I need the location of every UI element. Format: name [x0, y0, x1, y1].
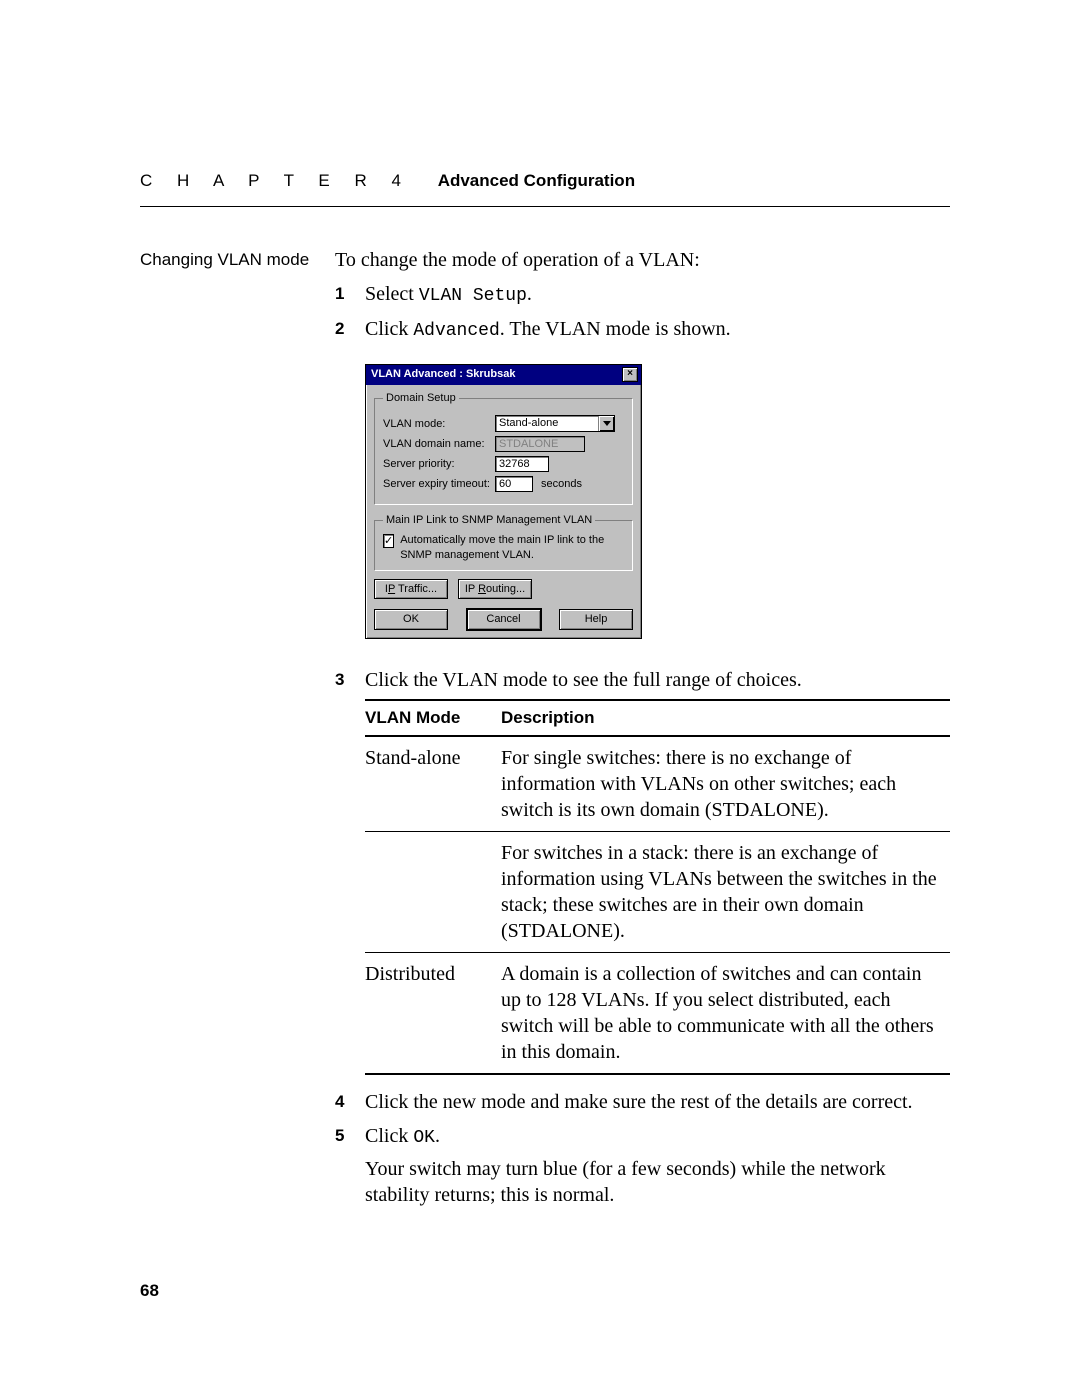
step-number: 2 — [335, 316, 365, 340]
col-header-mode: VLAN Mode — [365, 700, 501, 736]
domain-name-field: STDALONE — [495, 436, 585, 452]
step-body: Click the VLAN mode to see the full rang… — [365, 667, 950, 1075]
auto-move-ip-label: Automatically move the main IP link to t… — [400, 533, 624, 562]
auto-move-ip-checkbox[interactable]: ✓ — [383, 534, 394, 548]
group-legend: Domain Setup — [383, 391, 459, 405]
unit-seconds: seconds — [541, 477, 582, 491]
dialog-titlebar[interactable]: VLAN Advanced : Skrubsak × — [366, 365, 641, 385]
step-3: 3 Click the VLAN mode to see the full ra… — [335, 667, 950, 1075]
step-5: 5 Click OK. — [335, 1123, 950, 1150]
dialog-figure: VLAN Advanced : Skrubsak × Domain Setup … — [365, 364, 950, 639]
step-body: Click the new mode and make sure the res… — [365, 1089, 950, 1115]
label-domain-name: VLAN domain name: — [383, 437, 495, 451]
mode-desc-cell: For switches in a stack: there is an exc… — [501, 831, 950, 952]
code-text: Advanced — [413, 321, 499, 341]
text: Click — [365, 1125, 413, 1147]
dialog-body: Domain Setup VLAN mode: Stand-alone VLAN… — [366, 385, 641, 638]
code-text: VLAN Setup — [419, 286, 527, 306]
ip-routing-button[interactable]: IP Routing... — [458, 579, 532, 599]
text: Click — [365, 318, 413, 340]
mode-name-cell — [365, 831, 501, 952]
step-body: Select VLAN Setup. — [365, 281, 950, 308]
auto-move-ip-checkbox-row: ✓ Automatically move the main IP link to… — [383, 533, 624, 562]
bottom-button-row: OK Cancel Help — [374, 609, 633, 629]
step-body: Click OK. — [365, 1123, 950, 1150]
group-legend: Main IP Link to SNMP Management VLAN — [383, 513, 595, 527]
mode-desc-cell: A domain is a collection of switches and… — [501, 952, 950, 1074]
step-2: 2 Click Advanced. The VLAN mode is shown… — [335, 316, 950, 343]
side-heading: Changing VLAN mode — [140, 247, 335, 271]
text: . — [527, 283, 532, 305]
main-column: To change the mode of operation of a VLA… — [335, 247, 950, 1208]
col-header-desc: Description — [501, 700, 950, 736]
close-icon[interactable]: × — [622, 367, 638, 382]
vlan-mode-value: Stand-alone — [496, 416, 598, 431]
vlan-advanced-dialog: VLAN Advanced : Skrubsak × Domain Setup … — [365, 364, 642, 639]
text: . — [435, 1125, 440, 1147]
help-button[interactable]: Help — [559, 609, 633, 629]
row-server-priority: Server priority: 32768 — [383, 456, 624, 472]
step-list: 1 Select VLAN Setup. 2 Click Advanced. T… — [335, 281, 950, 344]
table-row: Stand-alone For single switches: there i… — [365, 736, 950, 832]
vlan-mode-table: VLAN Mode Description Stand-alone For si… — [365, 699, 950, 1075]
content-columns: Changing VLAN mode To change the mode of… — [140, 247, 950, 1208]
table-row: Distributed A domain is a collection of … — [365, 952, 950, 1074]
mode-name-cell: Distributed — [365, 952, 501, 1074]
expiry-timeout-field[interactable]: 60 — [495, 476, 533, 492]
vlan-mode-select[interactable]: Stand-alone — [495, 415, 615, 432]
step-4: 4 Click the new mode and make sure the r… — [335, 1089, 950, 1115]
ok-button[interactable]: OK — [374, 609, 448, 629]
label-expiry-timeout: Server expiry timeout: — [383, 477, 495, 491]
running-head: C H A P T E R 4 Advanced Configuration — [140, 170, 950, 207]
mode-name-cell: Stand-alone — [365, 736, 501, 832]
ip-link-group: Main IP Link to SNMP Management VLAN ✓ A… — [374, 513, 633, 571]
row-vlan-mode: VLAN mode: Stand-alone — [383, 415, 624, 432]
cancel-button[interactable]: Cancel — [467, 609, 541, 629]
intro-text: To change the mode of operation of a VLA… — [335, 247, 950, 273]
middle-button-row: IP Traffic... IP Routing... — [374, 579, 633, 599]
step-number: 4 — [335, 1089, 365, 1113]
text: Select — [365, 283, 419, 305]
step-number: 1 — [335, 281, 365, 305]
code-text: OK — [413, 1128, 435, 1148]
table-row: For switches in a stack: there is an exc… — [365, 831, 950, 952]
label-vlan-mode: VLAN mode: — [383, 417, 495, 431]
row-domain-name: VLAN domain name: STDALONE — [383, 436, 624, 452]
table-header-row: VLAN Mode Description — [365, 700, 950, 736]
step-number: 3 — [335, 667, 365, 691]
dialog-title: VLAN Advanced : Skrubsak — [371, 367, 515, 381]
chevron-down-icon[interactable] — [598, 416, 614, 431]
domain-setup-group: Domain Setup VLAN mode: Stand-alone VLAN… — [374, 391, 633, 505]
mode-desc-cell: For single switches: there is no exchang… — [501, 736, 950, 832]
chapter-title: Advanced Configuration — [438, 171, 635, 190]
step-list-continued: 3 Click the VLAN mode to see the full ra… — [335, 667, 950, 1150]
step-number: 5 — [335, 1123, 365, 1147]
step-1: 1 Select VLAN Setup. — [335, 281, 950, 308]
step-5-note: Your switch may turn blue (for a few sec… — [365, 1156, 950, 1208]
label-server-priority: Server priority: — [383, 457, 495, 471]
page: C H A P T E R 4 Advanced Configuration C… — [0, 0, 1080, 1397]
chapter-label: C H A P T E R 4 — [140, 171, 411, 190]
text: Click the VLAN mode to see the full rang… — [365, 669, 802, 691]
row-expiry-timeout: Server expiry timeout: 60 seconds — [383, 476, 624, 492]
ip-traffic-button[interactable]: IP Traffic... — [374, 579, 448, 599]
step-body: Click Advanced. The VLAN mode is shown. — [365, 316, 950, 343]
text: . The VLAN mode is shown. — [500, 318, 731, 340]
page-number: 68 — [140, 1280, 159, 1302]
server-priority-field[interactable]: 32768 — [495, 456, 549, 472]
